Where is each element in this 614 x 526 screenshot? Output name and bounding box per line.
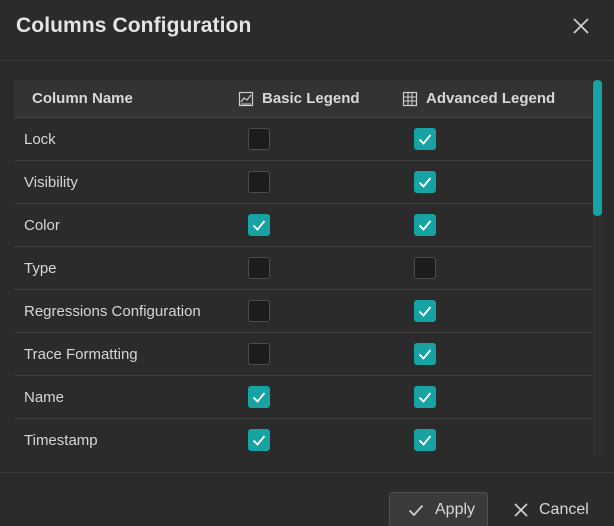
table-body: Lock Visibility Color Type Regressions Confi… xyxy=(14,117,592,458)
advanced-legend-cell xyxy=(402,246,592,290)
table-row: Lock xyxy=(14,117,592,161)
advanced-legend-checkbox[interactable] xyxy=(414,171,436,193)
check-icon xyxy=(418,349,432,360)
apply-button-label: Apply xyxy=(435,501,476,518)
columns-table: Column Name Basic Legend Advanced Legend… xyxy=(14,80,592,458)
column-name-cell: Regressions Configuration xyxy=(14,289,238,333)
dialog-footer: Apply Cancel xyxy=(0,472,614,526)
advanced-legend-checkbox[interactable] xyxy=(414,214,436,236)
close-button[interactable] xyxy=(570,15,592,37)
basic-legend-header: Basic Legend xyxy=(238,80,402,118)
column-name-cell: Name xyxy=(14,375,238,419)
dialog-title: Columns Configuration xyxy=(16,14,252,37)
basic-legend-checkbox[interactable] xyxy=(248,386,270,408)
advanced-legend-checkbox[interactable] xyxy=(414,128,436,150)
basic-legend-header-label: Basic Legend xyxy=(262,90,360,107)
apply-button[interactable]: Apply xyxy=(389,492,488,526)
cancel-button-label: Cancel xyxy=(539,501,589,518)
table-row: Color xyxy=(14,203,592,247)
check-icon xyxy=(418,392,432,403)
advanced-legend-header-label: Advanced Legend xyxy=(426,90,556,107)
advanced-legend-checkbox[interactable] xyxy=(414,257,436,279)
column-name-cell: Visibility xyxy=(14,160,238,204)
legend-icon xyxy=(238,91,254,106)
column-name-header-label: Column Name xyxy=(32,90,133,107)
close-icon xyxy=(514,503,528,517)
basic-legend-checkbox[interactable] xyxy=(248,257,270,279)
scrollbar-thumb[interactable] xyxy=(593,80,602,216)
check-icon xyxy=(418,435,432,446)
column-name-header: Column Name xyxy=(14,80,238,118)
table-row: Trace Formatting xyxy=(14,332,592,376)
advanced-legend-cell xyxy=(402,332,592,376)
cancel-button[interactable]: Cancel xyxy=(513,492,603,526)
basic-legend-checkbox[interactable] xyxy=(248,214,270,236)
basic-legend-cell xyxy=(238,332,402,376)
check-icon xyxy=(418,306,432,317)
basic-legend-cell xyxy=(238,117,402,161)
table-row: Timestamp xyxy=(14,418,592,458)
table-row: Name xyxy=(14,375,592,419)
check-icon xyxy=(418,177,432,188)
vertical-scrollbar[interactable] xyxy=(593,80,602,456)
check-icon xyxy=(418,220,432,231)
table-row: Regressions Configuration xyxy=(14,289,592,333)
column-name-cell: Type xyxy=(14,246,238,290)
columns-table-container: Column Name Basic Legend Advanced Legend… xyxy=(14,80,602,458)
advanced-legend-cell xyxy=(402,203,592,247)
basic-legend-checkbox[interactable] xyxy=(248,171,270,193)
advanced-legend-cell xyxy=(402,160,592,204)
table-header-row: Column Name Basic Legend Advanced Legend xyxy=(14,80,592,118)
basic-legend-cell xyxy=(238,160,402,204)
columns-configuration-dialog: Columns Configuration Column Name Basic … xyxy=(0,0,614,526)
column-name-cell: Color xyxy=(14,203,238,247)
basic-legend-cell xyxy=(238,375,402,419)
advanced-legend-cell xyxy=(402,418,592,458)
advanced-legend-cell xyxy=(402,289,592,333)
basic-legend-cell xyxy=(238,203,402,247)
basic-legend-cell xyxy=(238,289,402,333)
basic-legend-checkbox[interactable] xyxy=(248,300,270,322)
basic-legend-checkbox[interactable] xyxy=(248,429,270,451)
table-row: Type xyxy=(14,246,592,290)
column-name-cell: Timestamp xyxy=(14,418,238,458)
advanced-legend-checkbox[interactable] xyxy=(414,343,436,365)
check-icon xyxy=(252,392,266,403)
advanced-legend-cell xyxy=(402,375,592,419)
basic-legend-checkbox[interactable] xyxy=(248,343,270,365)
advanced-legend-checkbox[interactable] xyxy=(414,386,436,408)
advanced-legend-cell xyxy=(402,117,592,161)
advanced-legend-checkbox[interactable] xyxy=(414,429,436,451)
column-name-cell: Lock xyxy=(14,117,238,161)
advanced-legend-checkbox[interactable] xyxy=(414,300,436,322)
column-name-cell: Trace Formatting xyxy=(14,332,238,376)
basic-legend-cell xyxy=(238,418,402,458)
basic-legend-cell xyxy=(238,246,402,290)
check-icon xyxy=(408,504,424,517)
table-legend-icon xyxy=(402,91,418,106)
check-icon xyxy=(252,435,266,446)
basic-legend-checkbox[interactable] xyxy=(248,128,270,150)
check-icon xyxy=(252,220,266,231)
table-row: Visibility xyxy=(14,160,592,204)
check-icon xyxy=(418,134,432,145)
advanced-legend-header: Advanced Legend xyxy=(402,80,592,118)
close-icon xyxy=(573,18,589,34)
dialog-header: Columns Configuration xyxy=(0,0,614,61)
